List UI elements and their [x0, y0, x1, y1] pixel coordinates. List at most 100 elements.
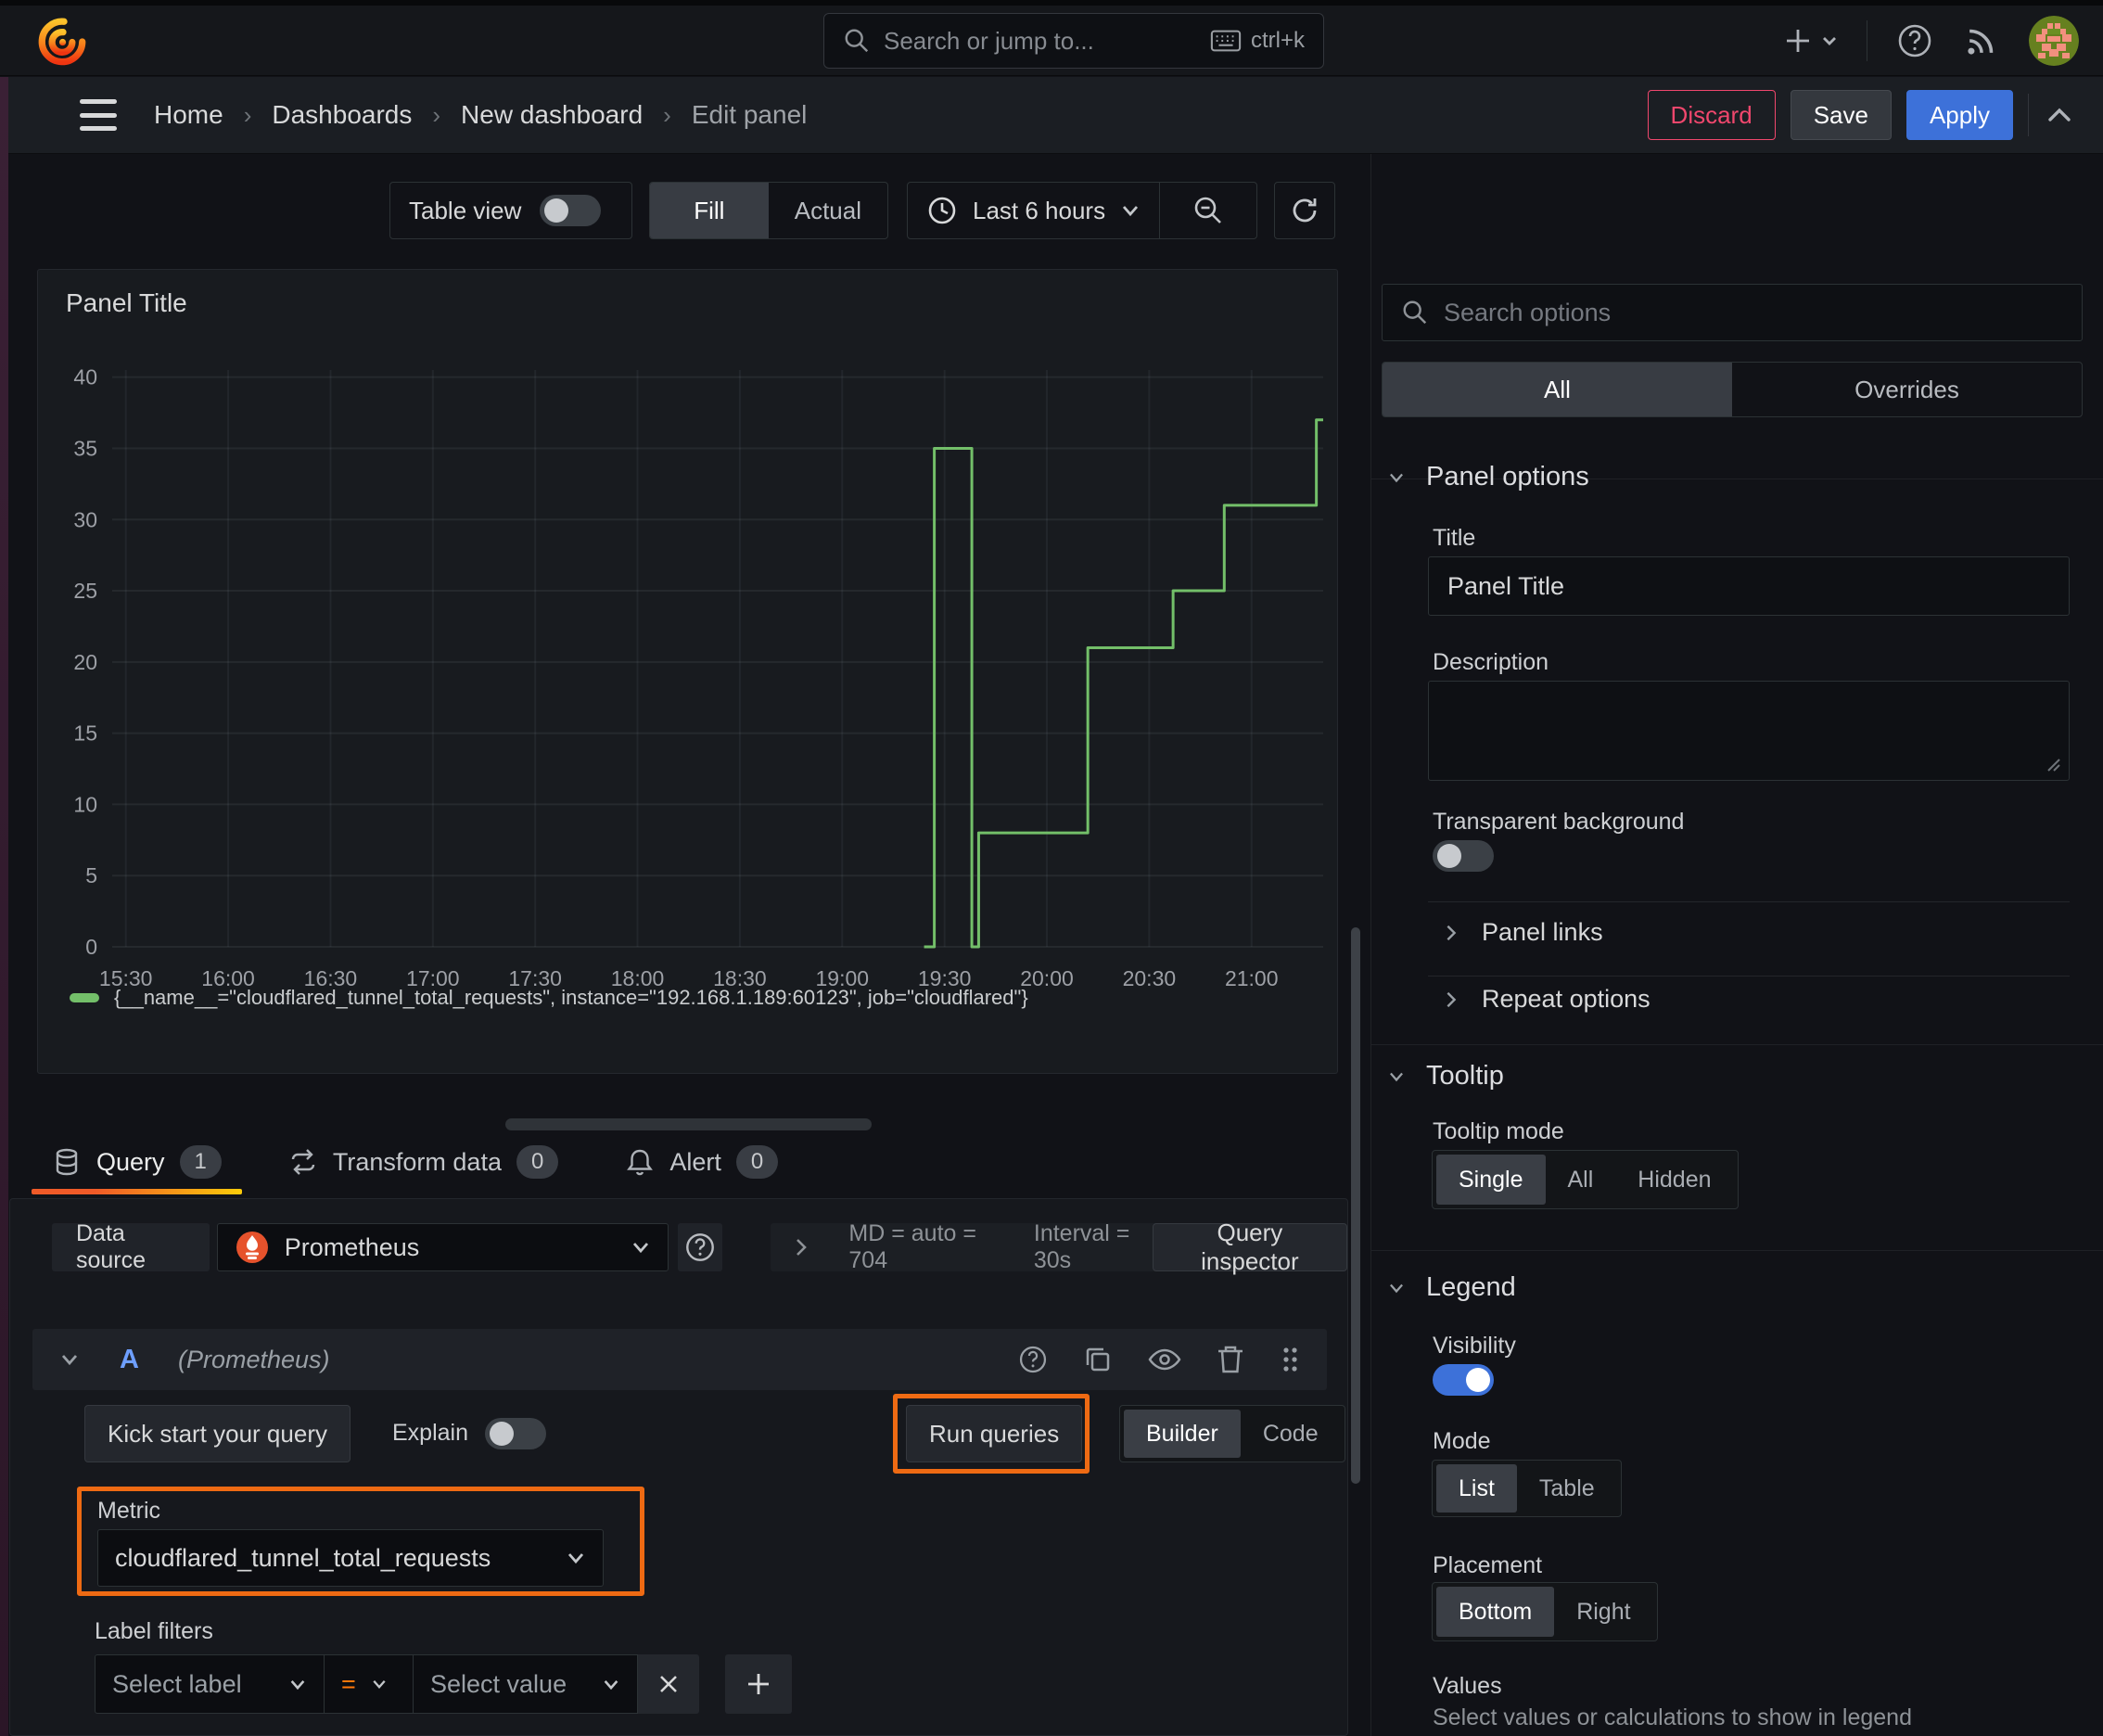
legend-placement-bottom[interactable]: Bottom [1436, 1587, 1555, 1637]
select-label-dropdown[interactable]: Select label [95, 1654, 325, 1714]
discard-button[interactable]: Discard [1647, 90, 1776, 140]
apply-button[interactable]: Apply [1905, 90, 2013, 140]
panel-preview: Panel Title 0 5 10 15 20 25 30 35 40 15:30 16:00 16… [37, 269, 1338, 1074]
metric-value: cloudflared_tunnel_total_requests [115, 1543, 491, 1572]
time-series-chart[interactable]: 051015202530354015:30 16:00 16:30 17:00 17:3… [38, 270, 1339, 1075]
table-view-control: Table view [389, 182, 632, 239]
tab-all-options[interactable]: All [1383, 363, 1732, 416]
legend-mode-list[interactable]: List [1436, 1464, 1517, 1513]
datasource-picker[interactable]: Prometheus [216, 1223, 669, 1271]
query-inspector-button[interactable]: Query inspector [1152, 1219, 1347, 1275]
collapse-header-icon[interactable] [2044, 104, 2075, 126]
tooltip-mode-all[interactable]: All [1546, 1155, 1616, 1205]
prometheus-icon [235, 1230, 270, 1265]
refresh-button[interactable] [1274, 182, 1335, 239]
global-search-input[interactable]: Search or jump to... ctrl+k [823, 13, 1324, 69]
description-textarea[interactable] [1428, 681, 2070, 781]
repeat-options-section[interactable]: Repeat options [1445, 985, 1651, 1014]
resize-corner-icon[interactable] [2045, 756, 2061, 772]
svg-text:35: 35 [73, 436, 97, 460]
remove-filter-button[interactable] [638, 1654, 699, 1714]
news-rss-icon[interactable] [1962, 21, 2001, 60]
tab-alert[interactable]: Alert 0 [605, 1135, 798, 1189]
breadcrumb-new-dashboard[interactable]: New dashboard [461, 100, 643, 130]
help-icon[interactable] [1895, 21, 1934, 60]
legend-placement-right[interactable]: Right [1554, 1587, 1652, 1637]
grafana-logo-icon[interactable] [35, 15, 89, 69]
tooltip-title: Tooltip [1426, 1061, 1504, 1091]
breadcrumb-home[interactable]: Home [154, 100, 223, 130]
kick-start-query-button[interactable]: Kick start your query [84, 1405, 350, 1462]
query-row-header[interactable]: A (Prometheus) [32, 1329, 1327, 1390]
chevron-right-icon [1445, 924, 1458, 942]
metric-select[interactable]: cloudflared_tunnel_total_requests [97, 1529, 604, 1587]
svg-text:30: 30 [73, 507, 97, 531]
zoom-out-button[interactable] [1160, 183, 1256, 238]
query-count-badge: 1 [179, 1145, 222, 1179]
drag-handle-icon[interactable] [1279, 1344, 1301, 1375]
datasource-label: Data source [52, 1220, 210, 1273]
code-option[interactable]: Code [1241, 1410, 1341, 1458]
query-options-bar[interactable]: MD = auto = 704 Interval = 30s [771, 1220, 1175, 1273]
query-datasource-hint: (Prometheus) [177, 1345, 330, 1373]
query-help-icon[interactable] [1017, 1344, 1049, 1375]
duplicate-query-icon[interactable] [1082, 1344, 1114, 1375]
menu-toggle-icon[interactable] [80, 99, 117, 131]
panel-links-section[interactable]: Panel links [1445, 918, 1603, 947]
datasource-help-button[interactable] [677, 1223, 723, 1271]
fill-option[interactable]: Fill [650, 183, 769, 238]
explain-toggle[interactable] [485, 1418, 546, 1449]
actual-option[interactable]: Actual [769, 183, 887, 238]
breadcrumb-dashboards[interactable]: Dashboards [272, 100, 412, 130]
metric-label: Metric [97, 1498, 161, 1524]
tooltip-mode-single[interactable]: Single [1436, 1155, 1546, 1205]
panel-options-header[interactable]: Panel options [1387, 462, 1589, 492]
legend-mode-table[interactable]: Table [1517, 1464, 1617, 1513]
select-value-dropdown[interactable]: Select value [414, 1654, 638, 1714]
legend-swatch [70, 993, 99, 1002]
breadcrumb-separator: › [243, 100, 252, 129]
options-search-input[interactable]: Search options [1382, 284, 2083, 341]
pane-resize-handle[interactable] [505, 1118, 872, 1130]
table-view-toggle[interactable] [540, 195, 602, 226]
operator-dropdown[interactable]: = [325, 1654, 414, 1714]
svg-text:40: 40 [73, 365, 97, 389]
time-range-picker[interactable]: Last 6 hours [908, 183, 1159, 238]
select-value-placeholder: Select value [430, 1669, 567, 1698]
chevron-right-icon [795, 1237, 808, 1257]
legend-title: Legend [1426, 1272, 1516, 1302]
panel-title-value: Panel Title [1447, 571, 1565, 600]
tooltip-header[interactable]: Tooltip [1387, 1061, 1504, 1091]
builder-code-segmented: Builder Code [1119, 1405, 1345, 1462]
breadcrumb-edit-panel: Edit panel [691, 100, 808, 129]
chart-legend[interactable]: {__name__="cloudflared_tunnel_total_requ… [70, 986, 1028, 1010]
legend-mode-segmented: List Table [1432, 1460, 1622, 1517]
legend-header[interactable]: Legend [1387, 1272, 1516, 1303]
legend-values-label: Values [1433, 1673, 1502, 1699]
breadcrumb-bar: Home › Dashboards › New dashboard › Edit… [0, 77, 2103, 154]
chevron-down-icon [1120, 203, 1141, 218]
interval: Interval = 30s [1033, 1220, 1130, 1273]
tab-transform[interactable]: Transform data 0 [268, 1135, 579, 1189]
explain-label: Explain [392, 1420, 468, 1446]
transparent-background-toggle[interactable] [1433, 840, 1494, 872]
user-avatar[interactable] [2029, 16, 2079, 66]
tab-query[interactable]: Query 1 [32, 1135, 242, 1194]
add-new-button[interactable] [1785, 25, 1839, 57]
tab-alert-label: Alert [669, 1147, 721, 1176]
builder-option[interactable]: Builder [1124, 1410, 1241, 1458]
run-queries-button[interactable]: Run queries [906, 1405, 1083, 1462]
add-filter-button[interactable] [725, 1654, 792, 1714]
transform-count-badge: 0 [516, 1145, 559, 1179]
chevron-down-icon[interactable] [58, 1351, 81, 1368]
chevron-right-icon [1445, 990, 1458, 1009]
panel-title-input[interactable]: Panel Title [1428, 556, 2070, 616]
tooltip-mode-hidden[interactable]: Hidden [1615, 1155, 1733, 1205]
toggle-visibility-icon[interactable] [1147, 1346, 1182, 1373]
save-button[interactable]: Save [1790, 90, 1892, 140]
repeat-options-label: Repeat options [1482, 985, 1651, 1013]
delete-query-icon[interactable] [1216, 1344, 1245, 1375]
legend-visibility-toggle[interactable] [1433, 1364, 1494, 1396]
tab-overrides[interactable]: Overrides [1732, 363, 2082, 416]
scrollbar-thumb[interactable] [1351, 927, 1360, 1484]
